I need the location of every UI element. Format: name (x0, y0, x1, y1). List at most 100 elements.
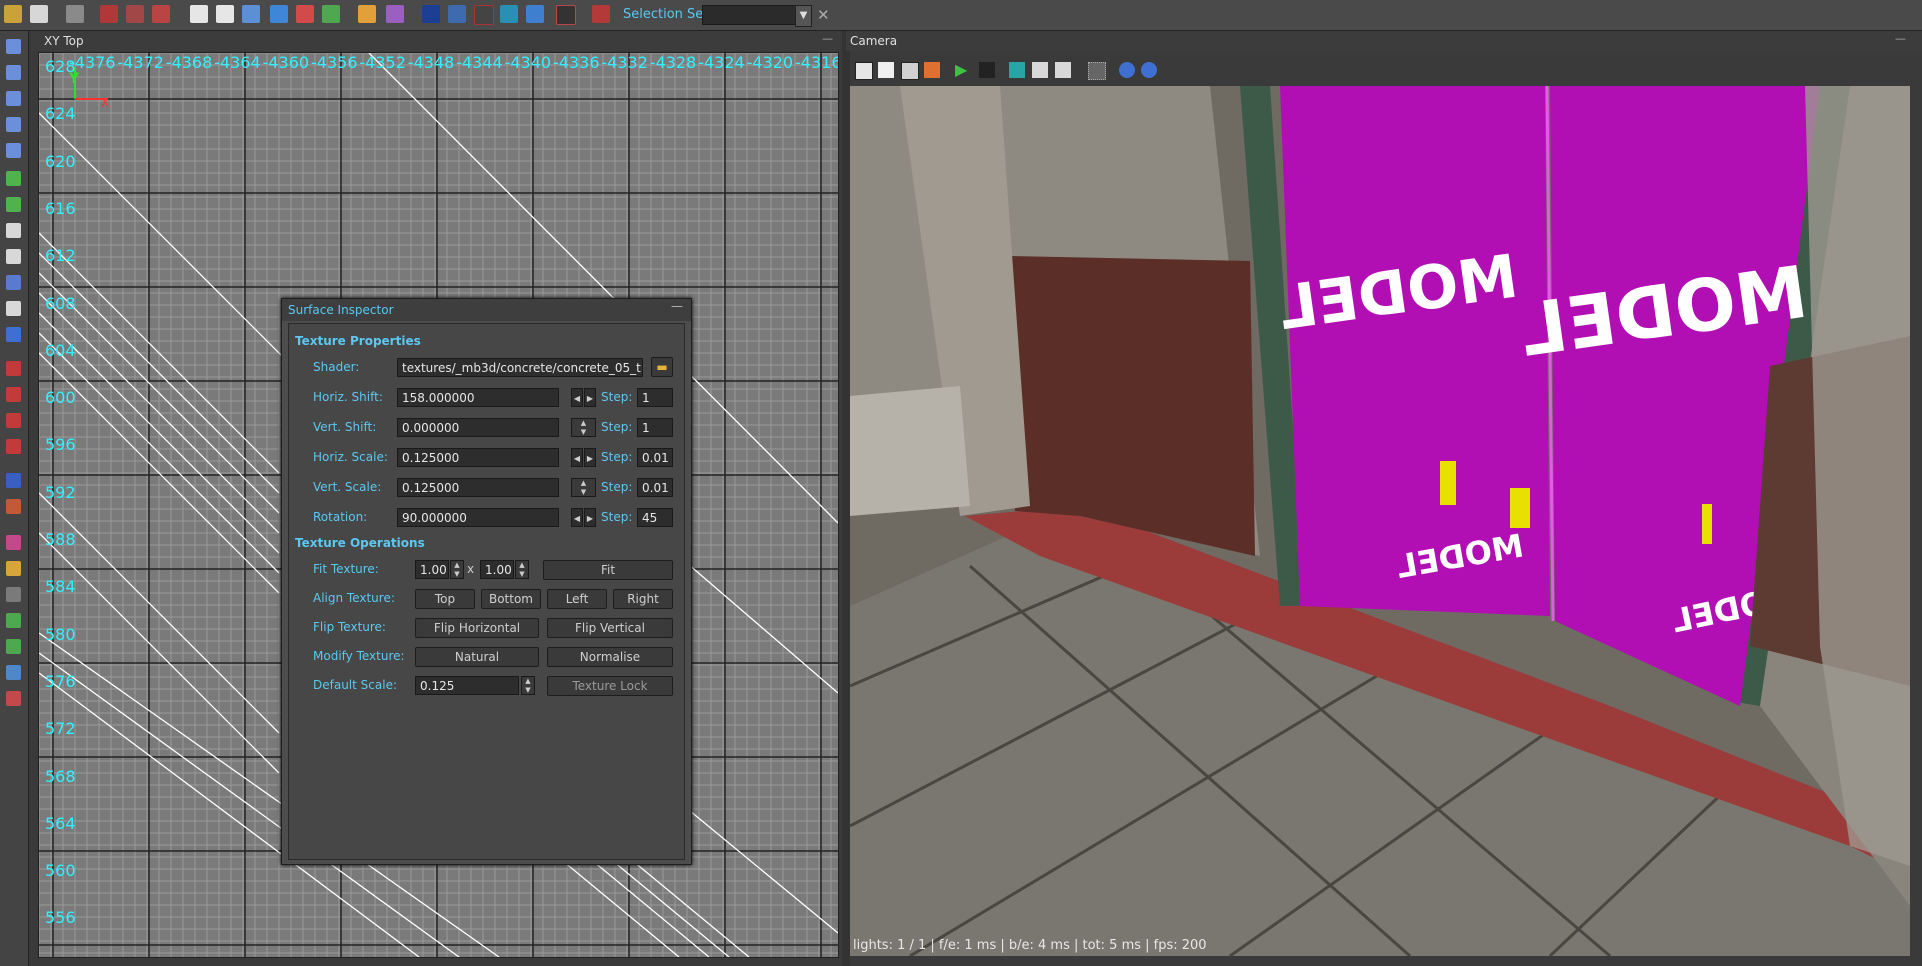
entity-icon[interactable] (6, 473, 21, 488)
edge-icon[interactable] (6, 639, 21, 654)
decrement-icon[interactable]: ◀ (571, 388, 583, 407)
brush-icon[interactable] (556, 5, 576, 25)
cube1-icon[interactable] (190, 5, 208, 23)
brush-mode-icon[interactable] (6, 499, 21, 514)
horiz-scale-field[interactable]: 0.125000 (397, 448, 559, 467)
fit-y-field[interactable]: 1.00 (480, 560, 514, 579)
bracket-icon[interactable] (386, 5, 404, 23)
bucket-icon[interactable] (100, 5, 118, 23)
far-clip-icon[interactable] (1141, 62, 1157, 78)
shader-field[interactable]: textures/_mb3d/concrete/concrete_05_trim… (397, 358, 643, 377)
view-splitter[interactable] (842, 31, 850, 966)
default-scale-field[interactable]: 0.125 (415, 676, 519, 695)
mask-icon[interactable] (126, 5, 144, 23)
clip-plane-icon[interactable] (1009, 62, 1025, 78)
fit-y-spinner[interactable]: ▲ ▼ (515, 560, 529, 579)
align-right-button[interactable]: Right (613, 589, 673, 609)
close-icon[interactable]: ✕ (817, 6, 830, 24)
lighting-icon[interactable] (924, 62, 940, 78)
bucket2-icon[interactable] (152, 5, 170, 23)
rotation-step-field[interactable]: 45 (637, 508, 673, 527)
fit-button[interactable]: Fit (543, 560, 673, 580)
vert-scale-step-field[interactable]: 0.01 (637, 478, 673, 497)
zoom-icon[interactable] (6, 275, 21, 290)
gear-icon[interactable] (500, 5, 518, 23)
csg-icon[interactable] (6, 361, 21, 376)
fit-x-spinner[interactable]: ▲ ▼ (450, 560, 464, 579)
raise-icon[interactable] (1055, 62, 1071, 78)
horiz-scale-step-field[interactable]: 0.01 (637, 448, 673, 467)
hoop-icon[interactable] (296, 5, 314, 23)
cap-icon[interactable] (6, 691, 21, 706)
cube2-icon[interactable] (216, 5, 234, 23)
open-icon[interactable] (4, 5, 22, 23)
increment-icon[interactable]: ▶ (584, 388, 596, 407)
decrement-icon[interactable]: ◀ (571, 448, 583, 467)
flip-y-icon[interactable] (6, 143, 21, 158)
patch-icon[interactable] (526, 5, 544, 23)
natural-button[interactable]: Natural (415, 647, 539, 667)
hollow-icon[interactable] (6, 387, 21, 402)
merge-icon[interactable] (6, 413, 21, 428)
cubic-clip-icon[interactable] (1119, 62, 1135, 78)
image-icon[interactable] (474, 5, 494, 25)
texture-lock-button[interactable]: Texture Lock (547, 676, 673, 696)
texture-icon[interactable] (6, 327, 21, 342)
layers-icon[interactable] (448, 5, 466, 23)
jar-icon[interactable] (358, 5, 376, 23)
selection-set-field[interactable] (702, 5, 796, 25)
fit-x-field[interactable]: 1.00 (415, 560, 449, 579)
vert-shift-field[interactable]: 0.000000 (397, 418, 559, 437)
vert-shift-step-field[interactable]: 1 (637, 418, 673, 437)
light-icon[interactable] (6, 561, 21, 576)
default-scale-spinner[interactable]: ▲ ▼ (521, 676, 535, 695)
tree-icon[interactable] (322, 5, 340, 23)
wireframe-icon[interactable] (855, 62, 873, 80)
path-icon[interactable] (6, 587, 21, 602)
decrement-icon[interactable]: ◀ (571, 508, 583, 527)
increment-icon[interactable]: ▶ (584, 448, 596, 467)
stop-icon[interactable] (979, 62, 995, 78)
rotate-icon[interactable] (6, 249, 21, 264)
vert-shift-spinner[interactable]: ▲ ▼ (571, 418, 596, 437)
axis-x-icon[interactable] (6, 39, 21, 54)
select-icon[interactable] (6, 171, 21, 186)
camera-viewport[interactable]: MODEL MODEL MODEL MODEL (850, 86, 1910, 956)
surface-inspector-header[interactable]: Surface Inspector — (282, 299, 691, 321)
textured-icon[interactable] (901, 62, 919, 80)
camera-minimize-icon[interactable]: — (1895, 32, 1906, 45)
cube3-icon[interactable] (242, 5, 260, 23)
minimize-icon[interactable]: — (671, 299, 683, 313)
normalise-button[interactable]: Normalise (547, 647, 673, 667)
axis-y-icon[interactable] (6, 65, 21, 80)
vert-scale-spinner[interactable]: ▲ ▼ (571, 478, 596, 497)
horiz-shift-step-field[interactable]: 1 (637, 388, 673, 407)
flat-shade-icon[interactable] (878, 62, 894, 78)
vertex-icon[interactable] (6, 613, 21, 628)
patch-mode-icon[interactable] (6, 535, 21, 550)
save-icon[interactable] (30, 5, 48, 23)
room-icon[interactable] (6, 439, 21, 454)
play-icon[interactable]: ▶ (955, 62, 971, 78)
rotation-field[interactable]: 90.000000 (397, 508, 559, 527)
photo-icon[interactable] (422, 5, 440, 23)
folder-icon[interactable]: ▬ (651, 357, 673, 377)
clip-icon[interactable] (6, 301, 21, 316)
flip-horizontal-button[interactable]: Flip Horizontal (415, 618, 539, 638)
move-icon[interactable] (6, 223, 21, 238)
increment-icon[interactable]: ▶ (584, 508, 596, 527)
align-bottom-button[interactable]: Bottom (481, 589, 541, 609)
tools-icon[interactable] (66, 5, 84, 23)
chevron-down-icon[interactable]: ▼ (795, 5, 812, 27)
gun-icon[interactable] (270, 5, 288, 23)
xy-minimize-icon[interactable]: — (822, 32, 833, 45)
face-icon[interactable] (6, 665, 21, 680)
flip-vertical-button[interactable]: Flip Vertical (547, 618, 673, 638)
horiz-shift-field[interactable]: 158.000000 (397, 388, 559, 407)
grid-icon[interactable] (1088, 62, 1106, 80)
paint-icon[interactable] (592, 5, 610, 23)
resize-icon[interactable] (6, 197, 21, 212)
lower-icon[interactable] (1032, 62, 1048, 78)
align-left-button[interactable]: Left (547, 589, 607, 609)
vert-scale-field[interactable]: 0.125000 (397, 478, 559, 497)
